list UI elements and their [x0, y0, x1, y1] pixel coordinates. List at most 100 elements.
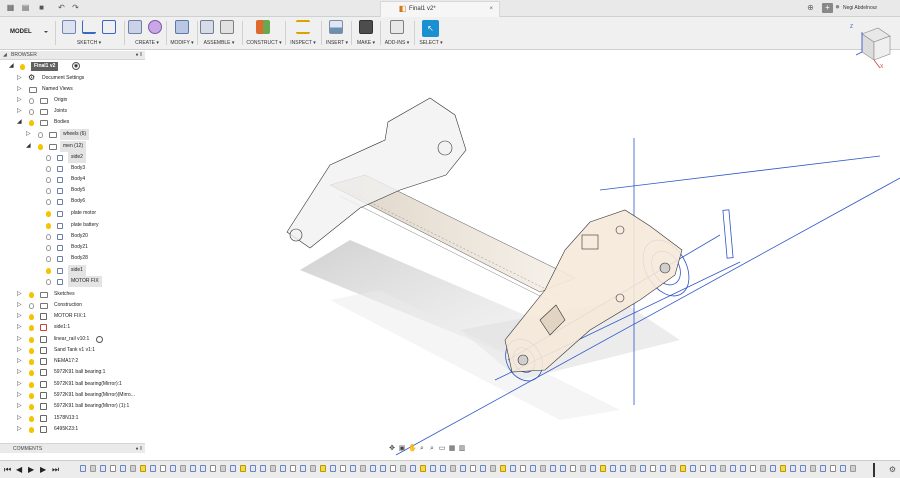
visibility-bulb-icon[interactable]	[29, 292, 34, 298]
line-icon[interactable]	[82, 20, 96, 34]
expand-icon[interactable]: ▷	[17, 413, 23, 424]
construct-group[interactable]: CONSTRUCT ▾	[246, 19, 282, 49]
timeline-feature-icon[interactable]	[130, 465, 136, 472]
tree-item[interactable]: ▷ Construction	[0, 300, 145, 311]
joint-icon[interactable]	[220, 20, 234, 34]
expand-icon[interactable]: ▷	[17, 401, 23, 412]
timeline-feature-icon[interactable]	[500, 465, 506, 472]
inspect-group[interactable]: INSPECT ▾	[288, 19, 318, 49]
timeline-feature-icon[interactable]	[400, 465, 406, 472]
component-item[interactable]: ▷ 5972K91 ball bearing:1	[0, 367, 145, 378]
visibility-bulb-icon[interactable]	[29, 314, 34, 320]
timeline-feature-icon[interactable]	[510, 465, 516, 472]
timeline-feature-icon[interactable]	[810, 465, 816, 472]
expand-icon[interactable]: ▷	[17, 390, 23, 401]
visibility-bulb-icon[interactable]	[46, 211, 51, 217]
visibility-bulb-icon[interactable]	[46, 188, 51, 194]
design-viewport[interactable]	[145, 51, 900, 458]
expand-icon[interactable]: ▷	[17, 106, 23, 117]
body-item[interactable]: Body21	[0, 242, 145, 253]
expand-icon[interactable]: ▷	[26, 129, 32, 140]
visibility-bulb-icon[interactable]	[29, 427, 34, 433]
tree-root[interactable]: ◢ Final1 v2 ◉	[0, 61, 145, 72]
timeline-feature-icon[interactable]	[770, 465, 776, 472]
body-item[interactable]: MOTOR FIX	[0, 276, 145, 287]
select-cursor-icon[interactable]: ↖	[422, 20, 439, 37]
visibility-bulb-icon[interactable]	[46, 177, 51, 183]
visibility-bulb-icon[interactable]	[46, 166, 51, 172]
body-item[interactable]: Body6	[0, 196, 145, 207]
timeline-feature-icon[interactable]	[700, 465, 706, 472]
fit-icon[interactable]: ⌕	[428, 445, 436, 453]
visibility-bulb-icon[interactable]	[38, 144, 43, 150]
close-tab-icon[interactable]: ×	[489, 2, 493, 17]
user-avatar-icon[interactable]: ●	[832, 2, 843, 12]
new-component-icon[interactable]	[200, 20, 214, 34]
viewcube[interactable]: Z X	[848, 24, 894, 74]
component-item[interactable]: ▷ NEMA17:2	[0, 356, 145, 367]
timeline-feature-icon[interactable]	[650, 465, 656, 472]
timeline-feature-icon[interactable]	[660, 465, 666, 472]
visibility-bulb-icon[interactable]	[29, 382, 34, 388]
timeline-feature-icon[interactable]	[820, 465, 826, 472]
visibility-bulb-icon[interactable]	[29, 98, 34, 104]
timeline-feature-icon[interactable]	[720, 465, 726, 472]
timeline-feature-icon[interactable]	[100, 465, 106, 472]
timeline-feature-icon[interactable]	[520, 465, 526, 472]
viewcube-graphic[interactable]	[848, 24, 894, 74]
timeline-feature-icon[interactable]	[840, 465, 846, 472]
expand-icon[interactable]: ▷	[17, 367, 23, 378]
assemble-group[interactable]: ASSEMBLE ▾	[200, 19, 238, 49]
timeline-feature-icon[interactable]	[110, 465, 116, 472]
display-settings-icon[interactable]: ▭	[438, 445, 446, 453]
timeline-feature-icon[interactable]	[790, 465, 796, 472]
timeline-feature-icon[interactable]	[90, 465, 96, 472]
timeline-feature-icon[interactable]	[740, 465, 746, 472]
visibility-bulb-icon[interactable]	[46, 245, 51, 251]
pan-icon[interactable]: ✋	[408, 445, 417, 453]
timeline-feature-icon[interactable]	[410, 465, 416, 472]
visibility-bulb-icon[interactable]	[29, 348, 34, 354]
expand-icon[interactable]: ▷	[17, 345, 23, 356]
expand-icon[interactable]: ▷	[17, 84, 23, 95]
go-to-end-icon[interactable]: ⏭	[52, 465, 59, 474]
timeline-feature-icon[interactable]	[670, 465, 676, 472]
visibility-bulb-icon[interactable]	[29, 404, 34, 410]
look-at-icon[interactable]: ▣	[398, 445, 406, 453]
component-item[interactable]: ▷ 5972K91 ball bearing(Mirror)(Mirro...	[0, 390, 145, 401]
timeline-feature-icon[interactable]	[750, 465, 756, 472]
timeline-feature-icon[interactable]	[380, 465, 386, 472]
body-item[interactable]: Body4	[0, 174, 145, 185]
component-item[interactable]: ▷ linear_rail v10:1	[0, 334, 145, 345]
expand-icon[interactable]: ▷	[17, 322, 23, 333]
timeline-feature-icon[interactable]	[470, 465, 476, 472]
timeline-marker[interactable]	[873, 463, 875, 477]
play-icon[interactable]: ▶	[28, 465, 34, 474]
component-item[interactable]: ▷ 5972K91 ball bearing(Mirror) (1):1	[0, 401, 145, 412]
expand-icon[interactable]: ▷	[17, 334, 23, 345]
timeline-feature-icon[interactable]	[190, 465, 196, 472]
component-item[interactable]: ▷ side1:1	[0, 322, 145, 333]
expand-icon[interactable]: ▷	[17, 311, 23, 322]
timeline-feature-icon[interactable]	[230, 465, 236, 472]
comments-panel[interactable]: COMMENTS ● ‖	[0, 443, 145, 453]
tree-item[interactable]: ▷ Named Views	[0, 84, 145, 95]
activate-radio-icon[interactable]: ◉	[72, 62, 80, 70]
timeline-feature-icon[interactable]	[530, 465, 536, 472]
zoom-icon[interactable]: ⌕	[418, 445, 426, 453]
undo-icon[interactable]: ↶	[56, 3, 67, 13]
timeline-feature-icon[interactable]	[690, 465, 696, 472]
timeline-feature-icon[interactable]	[240, 465, 246, 472]
scripts-icon[interactable]	[390, 20, 404, 34]
redo-icon[interactable]: ↷	[70, 3, 81, 13]
visibility-bulb-icon[interactable]	[29, 370, 34, 376]
expand-icon[interactable]: ▷	[17, 356, 23, 367]
timeline-feature-icon[interactable]	[730, 465, 736, 472]
timeline-feature-icon[interactable]	[560, 465, 566, 472]
body-item[interactable]: plate battery	[0, 220, 145, 231]
component-item[interactable]: ▷ 6495K23:1	[0, 424, 145, 435]
body-item[interactable]: side2	[0, 152, 145, 163]
timeline-settings-icon[interactable]: ⚙	[889, 465, 896, 474]
body-item[interactable]: Body20	[0, 231, 145, 242]
visibility-bulb-icon[interactable]	[46, 234, 51, 240]
